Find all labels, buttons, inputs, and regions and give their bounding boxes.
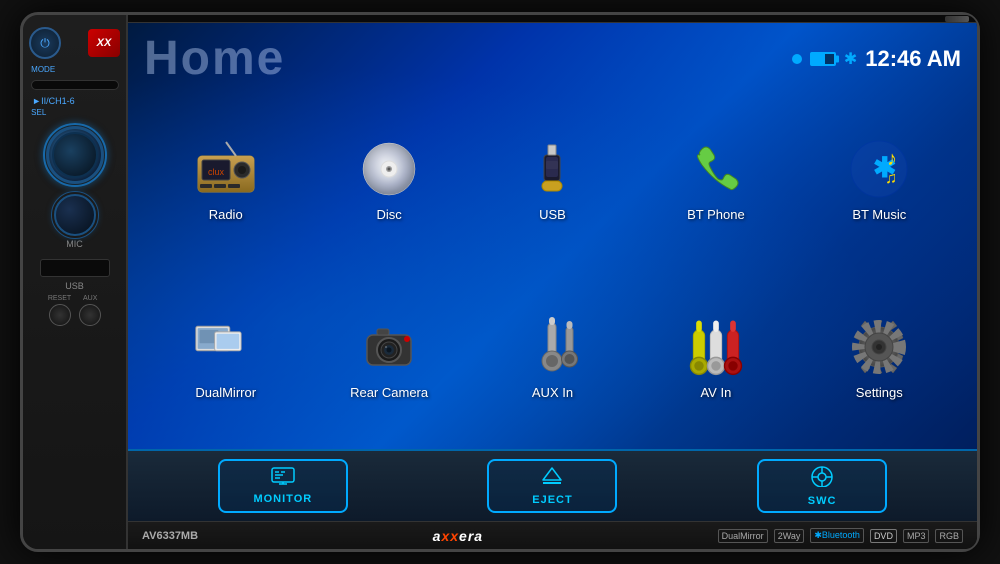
xx-label: XX — [97, 37, 112, 49]
avin-icon — [682, 313, 750, 381]
main-screen: Home ✱ 12:46 AM — [128, 23, 977, 521]
reset-button: RESET — [48, 295, 71, 326]
clock-display: 12:46 AM — [865, 46, 961, 72]
app-icon-grid: clux Radio — [128, 90, 977, 449]
screen-area: Home ✱ 12:46 AM — [128, 15, 977, 549]
battery-fill — [812, 54, 825, 64]
auxin-icon — [518, 313, 586, 381]
badge-dvd: DVD — [870, 529, 897, 543]
usb-port[interactable] — [40, 259, 110, 277]
swc-icon — [810, 465, 834, 492]
btmusic-icon: ✱ ♪ ♫ — [845, 135, 913, 203]
usb-label: USB — [65, 281, 84, 291]
knob-area: MIC — [23, 119, 126, 253]
svg-text:♪: ♪ — [887, 148, 897, 170]
eject-top-strip — [128, 15, 977, 23]
svg-text:♫: ♫ — [885, 170, 897, 187]
auxin-label: AUX In — [532, 385, 573, 400]
usb-area: USB — [40, 259, 110, 291]
mic-label: MIC — [66, 239, 83, 249]
footer-bar: AV6337MB axxera DualMirror 2Way ✱Bluetoo… — [128, 521, 977, 549]
btmusic-label: BT Music — [852, 207, 906, 222]
eject-label: EJECT — [532, 494, 572, 506]
usb-label: USB — [539, 207, 566, 222]
badge-bluetooth: ✱Bluetooth — [810, 528, 864, 543]
left-control-panel: ⏻ XX MODE ►II/CH1-6 SEL MIC — [23, 15, 128, 549]
main-knob[interactable] — [46, 126, 104, 184]
badge-dualmirror: DualMirror — [718, 529, 768, 543]
settings-icon — [845, 313, 913, 381]
phone-icon — [682, 135, 750, 203]
app-disc[interactable]: Disc — [311, 94, 466, 264]
radio-icon: clux — [192, 135, 260, 203]
small-knob-wrapper: MIC — [53, 193, 97, 249]
app-auxin[interactable]: AUX In — [475, 272, 630, 442]
monitor-button[interactable]: MONITOR — [218, 459, 348, 513]
btphone-label: BT Phone — [687, 207, 745, 222]
bottom-bar: MONITOR EJECT — [128, 449, 977, 521]
aux-label: AUX — [83, 295, 97, 302]
power-icon: ⏻ — [40, 36, 50, 51]
aux-button: AUX — [79, 295, 101, 326]
eject-top-button[interactable] — [945, 16, 969, 22]
small-knob-container — [53, 193, 97, 237]
badge-rgb: RGB — [935, 529, 963, 543]
dualmirror-icon — [192, 313, 260, 381]
brand-display: axxera — [433, 528, 483, 544]
mode-label: MODE — [31, 65, 124, 74]
reset-label: RESET — [48, 295, 71, 302]
app-settings[interactable]: Settings — [802, 272, 957, 442]
disc-slot — [31, 80, 119, 90]
eject-icon — [541, 466, 563, 491]
app-btmusic[interactable]: ✱ ♪ ♫ BT Music — [802, 94, 957, 264]
monitor-icon — [271, 467, 295, 490]
swc-label: SWC — [808, 495, 837, 507]
reset-aux-row: RESET AUX — [48, 295, 101, 326]
dualmirror-label: DualMirror — [195, 385, 256, 400]
avin-label: AV In — [700, 385, 731, 400]
model-number: AV6337MB — [142, 530, 198, 542]
home-title: Home — [144, 31, 285, 86]
status-bar: ✱ 12:46 AM — [792, 46, 961, 72]
disc-icon — [355, 135, 423, 203]
aux-circle[interactable] — [79, 304, 101, 326]
monitor-label: MONITOR — [253, 493, 312, 505]
screen-header: Home ✱ 12:46 AM — [128, 23, 977, 90]
reset-circle[interactable] — [49, 304, 71, 326]
app-btphone[interactable]: BT Phone — [638, 94, 793, 264]
status-dot — [792, 54, 802, 64]
disc-label: Disc — [376, 207, 401, 222]
swc-button[interactable]: SWC — [757, 459, 887, 513]
app-usb[interactable]: USB — [475, 94, 630, 264]
camera-icon — [355, 313, 423, 381]
app-dualmirror[interactable]: DualMirror — [148, 272, 303, 442]
power-button[interactable]: ⏻ — [29, 27, 61, 59]
track-info: ►II/CH1-6 — [28, 96, 121, 106]
footer-badges: DualMirror 2Way ✱Bluetooth DVD MP3 RGB — [718, 528, 963, 543]
sel-label: SEL — [31, 108, 124, 117]
bluetooth-icon: ✱ — [844, 49, 857, 69]
badge-mp3: MP3 — [903, 529, 930, 543]
badge-2way: 2Way — [774, 529, 805, 543]
eject-button[interactable]: EJECT — [487, 459, 617, 513]
unit-body: ⏻ XX MODE ►II/CH1-6 SEL MIC — [20, 12, 980, 552]
main-knob-wrapper — [43, 123, 107, 187]
usb-drive-icon — [518, 135, 586, 203]
radio-label: Radio — [209, 207, 243, 222]
top-button-row: ⏻ XX — [23, 23, 126, 63]
xx-badge: XX — [88, 29, 120, 57]
app-avin[interactable]: AV In — [638, 272, 793, 442]
rearcamera-label: Rear Camera — [350, 385, 428, 400]
settings-label: Settings — [856, 385, 903, 400]
svg-text:clux: clux — [208, 167, 225, 177]
app-radio[interactable]: clux Radio — [148, 94, 303, 264]
app-rearcamera[interactable]: Rear Camera — [311, 272, 466, 442]
battery-icon — [810, 52, 836, 66]
small-knob-ring — [51, 191, 99, 239]
